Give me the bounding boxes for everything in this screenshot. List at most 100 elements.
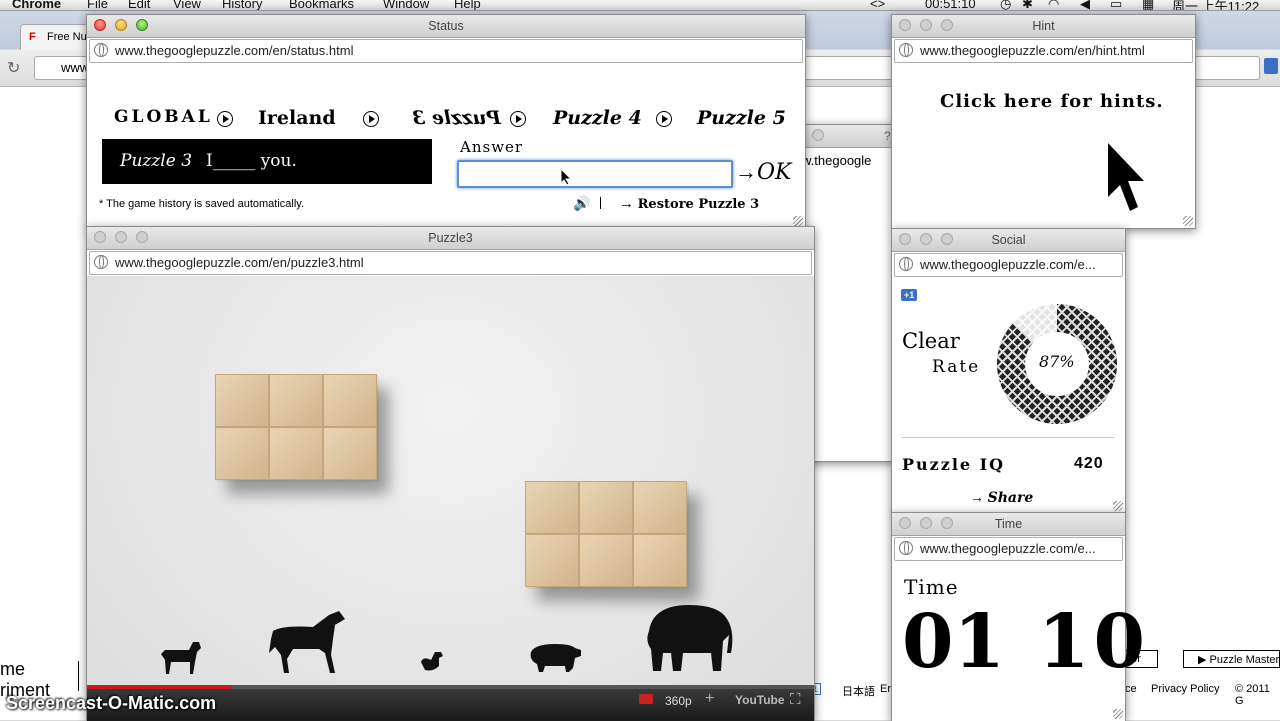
menu-history[interactable]: History bbox=[222, 0, 262, 10]
elephant-icon bbox=[647, 605, 733, 671]
wooden-block bbox=[323, 427, 377, 480]
arrow-right-icon: → bbox=[970, 489, 984, 505]
ok-label: OK bbox=[757, 160, 792, 185]
dog-icon bbox=[161, 642, 201, 674]
footer-link[interactable]: Er bbox=[880, 683, 891, 695]
youtube-logo-icon[interactable]: YouTube bbox=[735, 693, 785, 707]
annotations-icon[interactable] bbox=[639, 694, 653, 704]
puzzle-master-button[interactable]: ▶ Puzzle Master bbox=[1183, 650, 1280, 668]
puzzle-iq-label: Puzzle IQ bbox=[902, 455, 1006, 474]
window-title: Puzzle3 bbox=[428, 231, 473, 245]
footer-link-japanese[interactable]: 日本語 bbox=[842, 683, 875, 699]
window-title: ? bbox=[884, 129, 891, 143]
breadcrumb-puzzle5[interactable]: Puzzle 5 bbox=[697, 107, 786, 129]
close-button[interactable] bbox=[812, 129, 824, 141]
divider bbox=[901, 437, 1115, 438]
duck-icon bbox=[421, 652, 443, 671]
breadcrumb-arrow-icon bbox=[363, 111, 379, 127]
clear-rate-label: Rate bbox=[932, 357, 981, 377]
wooden-block-group bbox=[525, 481, 687, 587]
breadcrumb-global[interactable]: GLOBAL bbox=[114, 107, 213, 127]
clear-rate-label: Clear bbox=[902, 329, 960, 353]
answer-label: Answer bbox=[460, 138, 524, 156]
breadcrumb-puzzle4[interactable]: Puzzle 4 bbox=[553, 107, 642, 129]
url-bar[interactable]: www.thegooglepuzzle.com/en/hint.html bbox=[894, 39, 1193, 63]
clock-text: 00:51:10 bbox=[925, 0, 976, 11]
page-text-fragment: me bbox=[0, 659, 26, 679]
menu-file[interactable]: File bbox=[87, 0, 108, 10]
window-title: Time bbox=[994, 517, 1023, 531]
menu-edit[interactable]: Edit bbox=[128, 0, 150, 10]
restore-label: Restore Puzzle 3 bbox=[637, 197, 760, 212]
menu-app-chrome[interactable]: Chrome bbox=[12, 0, 61, 10]
battery-icon: ▭ bbox=[1110, 0, 1123, 11]
url-text: www.thegooglepuzzle.com/en/puzzle3.html bbox=[115, 255, 364, 270]
wooden-block bbox=[215, 374, 269, 427]
breadcrumb-ireland[interactable]: Ireland bbox=[258, 107, 336, 129]
time-minutes: 01 bbox=[902, 599, 1005, 685]
screencast-watermark: Screencast-O-Matic.com bbox=[6, 693, 217, 713]
window-titlebar: Hint bbox=[892, 15, 1195, 38]
favicon-icon: F bbox=[29, 31, 36, 43]
status-window: Status www.thegooglepuzzle.com/en/status… bbox=[86, 14, 806, 229]
fullscreen-icon[interactable]: ⛶ bbox=[790, 691, 801, 708]
url-bar[interactable]: www.thegooglepuzzle.com/en/status.html bbox=[89, 39, 803, 63]
wooden-block bbox=[525, 481, 579, 534]
history-note: * The game history is saved automaticall… bbox=[99, 198, 305, 210]
puzzle-label: Puzzle 3 bbox=[120, 151, 193, 171]
footer-link-privacy[interactable]: Privacy Policy bbox=[1151, 683, 1219, 695]
breadcrumb-puzzle3[interactable]: Puzzle 3 bbox=[412, 107, 501, 129]
window-titlebar: Time bbox=[892, 513, 1125, 536]
puzzle-master-button-label: ▶ Puzzle Master bbox=[1198, 654, 1280, 666]
url-text: www.thegooglepuzzle.com/en/status.html bbox=[115, 43, 354, 58]
browser-address-text: www bbox=[61, 60, 90, 75]
menu-bookmarks[interactable]: Bookmarks bbox=[289, 0, 354, 10]
hidden-window: ? w.thegoogle bbox=[802, 124, 897, 462]
video-player[interactable]: 360p + YouTube ⛶ bbox=[87, 276, 814, 721]
wooden-block bbox=[633, 534, 687, 587]
clear-rate-value: 87% bbox=[1039, 352, 1075, 371]
time-window: Time www.thegooglepuzzle.com/e... Time 0… bbox=[891, 512, 1145, 721]
restore-button[interactable]: → Restore Puzzle 3 bbox=[619, 195, 759, 212]
window-titlebar: ? bbox=[806, 125, 896, 148]
resize-grip-icon[interactable] bbox=[1183, 216, 1193, 226]
url-bar[interactable]: www.thegooglepuzzle.com/e... bbox=[894, 253, 1123, 277]
wooden-block bbox=[633, 481, 687, 534]
url-bar[interactable]: www.thegooglepuzzle.com/en/puzzle3.html bbox=[89, 251, 812, 275]
url-text: www.thegooglepuzzle.com/e... bbox=[920, 541, 1096, 556]
clear-rate-ring-center: 87% bbox=[1025, 332, 1089, 396]
globe-icon bbox=[899, 257, 913, 271]
resize-grip-icon[interactable] bbox=[1113, 501, 1123, 511]
globe-icon bbox=[899, 43, 913, 57]
plus-one-button[interactable]: +1 bbox=[901, 289, 918, 301]
breadcrumb-arrow-icon bbox=[510, 111, 526, 127]
menu-view[interactable]: View bbox=[173, 0, 201, 10]
add-icon[interactable]: + bbox=[705, 690, 714, 708]
pig-icon bbox=[530, 644, 581, 672]
resize-grip-icon[interactable] bbox=[1113, 709, 1123, 719]
menu-help[interactable]: Help bbox=[454, 0, 481, 10]
breadcrumb-arrow-icon bbox=[217, 111, 233, 127]
time-seconds: 10 bbox=[1038, 599, 1149, 685]
puzzle-question-panel: Puzzle 3 I_____ you. bbox=[102, 139, 432, 184]
extension-icon[interactable] bbox=[1264, 58, 1278, 74]
wooden-block-group bbox=[215, 374, 377, 480]
url-bar[interactable]: www.thegooglepuzzle.com/e... bbox=[894, 537, 1123, 561]
reload-icon[interactable]: ↻ bbox=[7, 58, 20, 78]
resize-grip-icon[interactable] bbox=[793, 216, 803, 226]
answer-input[interactable] bbox=[457, 160, 733, 188]
window-title: Social bbox=[991, 233, 1026, 247]
sound-icon[interactable]: 🔊 bbox=[573, 195, 590, 212]
globe-icon bbox=[899, 541, 913, 555]
horse-icon bbox=[269, 611, 345, 673]
quality-label[interactable]: 360p bbox=[665, 694, 692, 708]
menu-window[interactable]: Window bbox=[383, 0, 429, 10]
code-icon: <> bbox=[870, 0, 886, 11]
wooden-block bbox=[269, 427, 323, 480]
share-button[interactable]: → Share bbox=[970, 489, 1033, 506]
browser-tab-title: Free Nu bbox=[47, 31, 87, 43]
hint-link[interactable]: Click here for hints. bbox=[940, 91, 1164, 112]
time-machine-icon: ◷ bbox=[1000, 0, 1012, 11]
ok-button[interactable]: →OK bbox=[735, 159, 791, 185]
globe-icon bbox=[94, 255, 108, 269]
